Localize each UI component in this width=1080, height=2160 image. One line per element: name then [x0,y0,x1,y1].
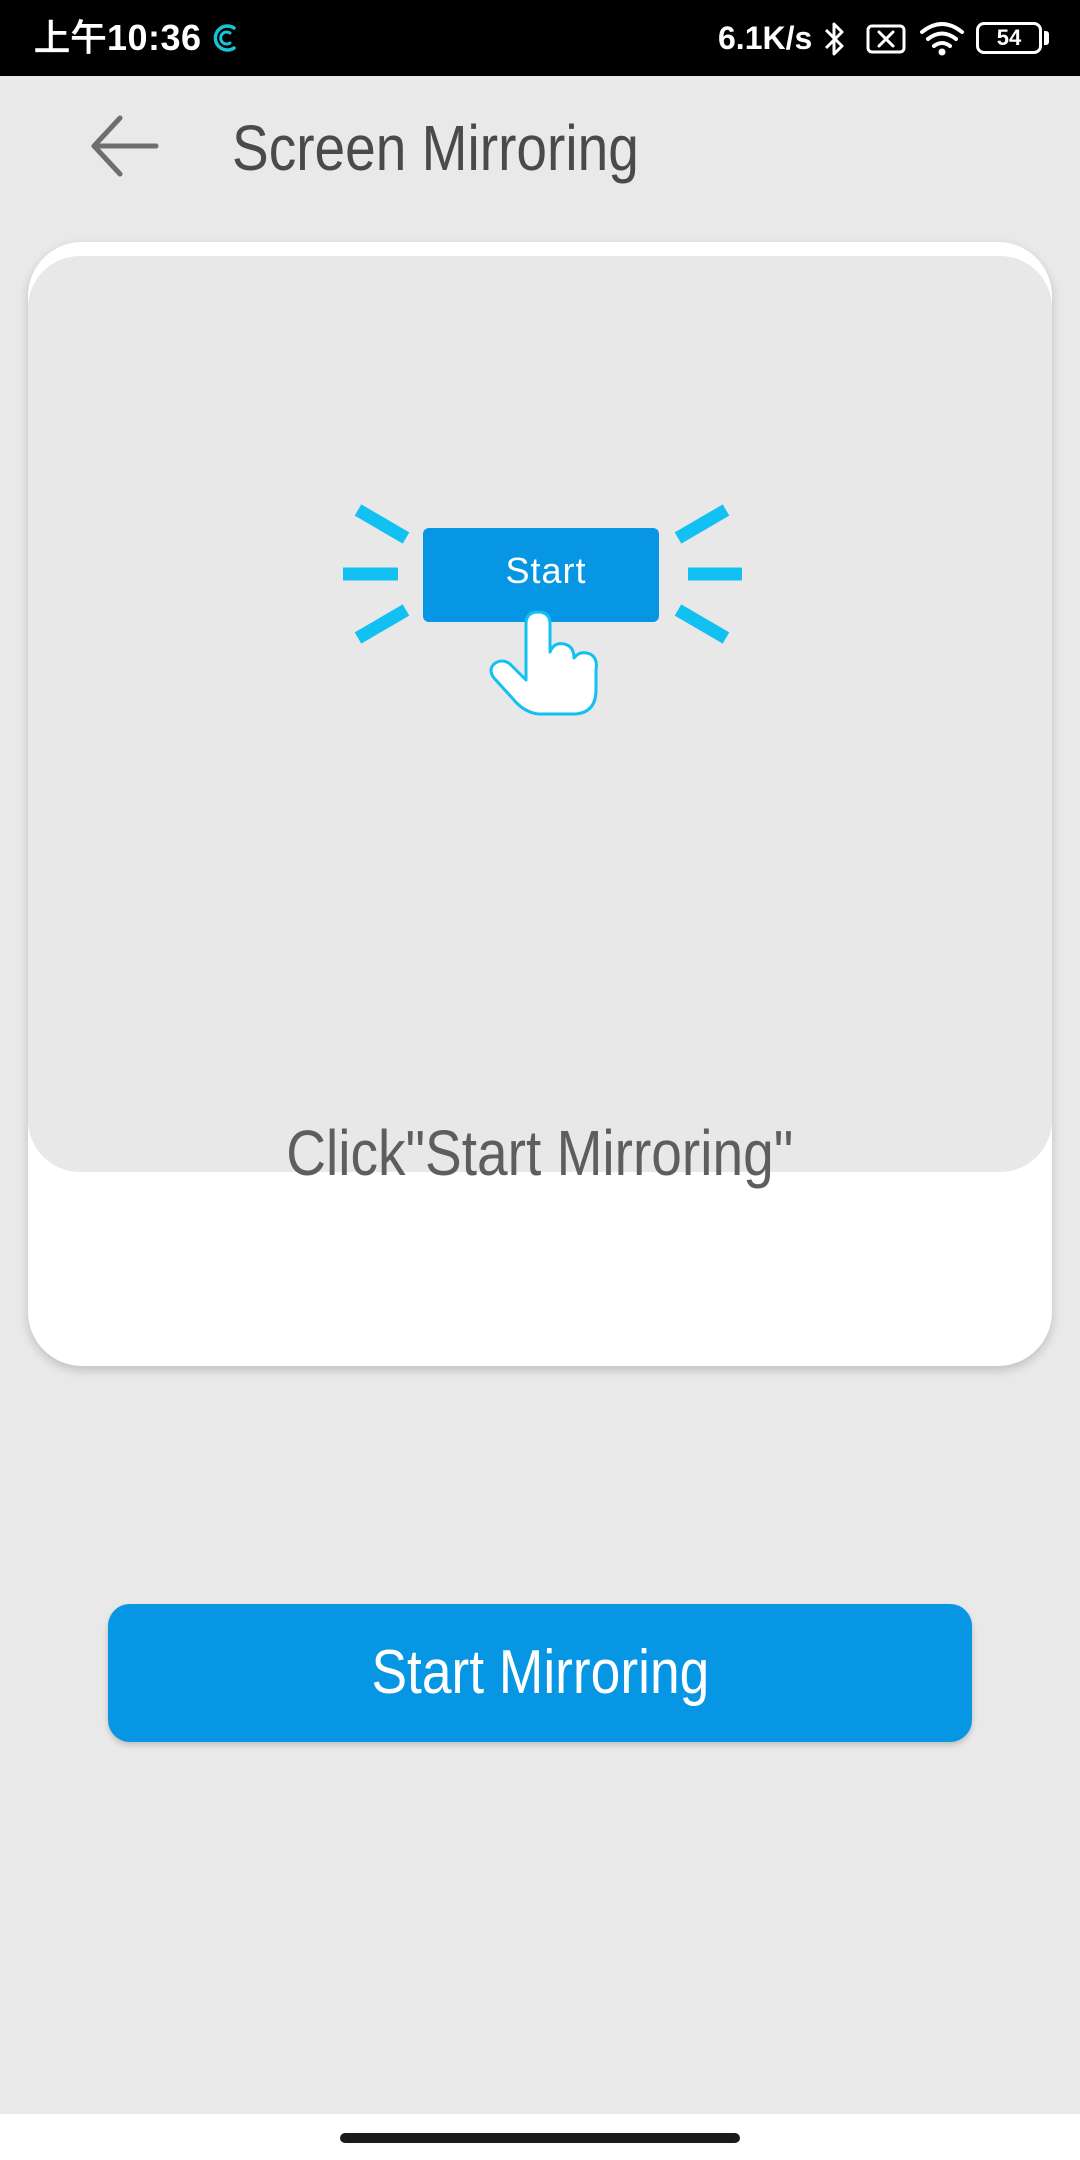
status-time: 上午10:36 [34,17,202,58]
network-speed: 6.1K/s [718,20,813,56]
app-notification-icon [213,24,236,52]
home-indicator[interactable] [340,2133,740,2143]
arrow-left-icon [91,115,159,177]
bluetooth-icon [824,22,844,56]
no-sim-icon [866,24,906,54]
back-button[interactable] [84,108,164,184]
status-bar: 上午10:36 6.1K/s 54 [0,0,1080,76]
battery-tip [1044,31,1049,45]
illustration-start-label: Start [505,550,587,591]
instruction-text: Click"Start Mirroring" [28,1108,1052,1198]
start-mirroring-button[interactable]: Start Mirroring [108,1604,972,1742]
start-mirroring-label: Start Mirroring [371,1638,709,1707]
instruction-label: Click"Start Mirroring" [286,1117,794,1189]
instruction-card: Start Click"Start Mirroring" [28,242,1052,1366]
wifi-icon [920,22,964,56]
hand-pointer-icon [489,610,598,716]
start-button-illustration [343,504,742,716]
page-title: Screen Mirroring [232,112,639,184]
battery-icon: 54 [976,22,1042,54]
illustration-panel: Start [28,256,1052,1172]
